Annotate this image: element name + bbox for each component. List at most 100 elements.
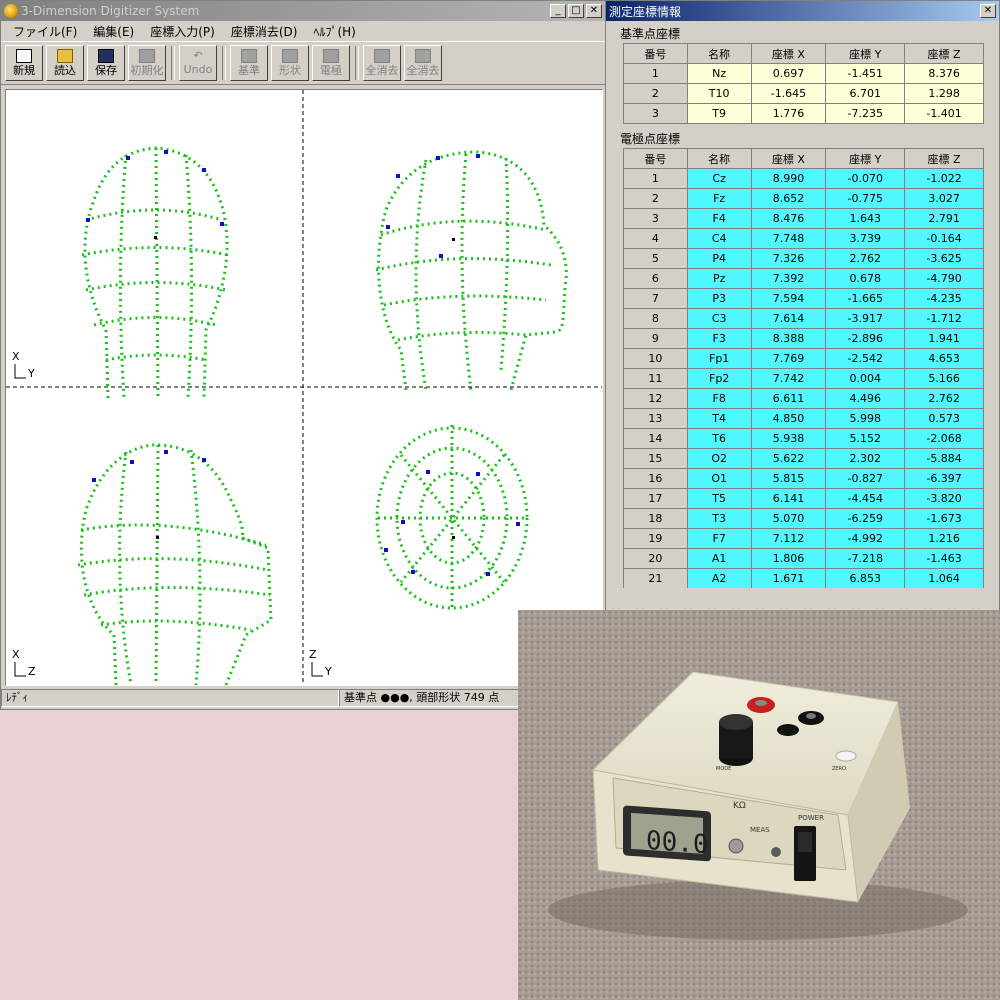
cell-z[interactable]: -1.463 — [904, 548, 984, 569]
cell-number[interactable]: 9 — [623, 328, 688, 349]
cell-number[interactable]: 19 — [623, 528, 688, 549]
cell-x[interactable]: 5.622 — [750, 448, 827, 469]
cell-z[interactable]: 2.791 — [904, 208, 984, 229]
electrode-row[interactable]: 18 T3 5.070 -6.259 -1.673 — [623, 508, 984, 529]
cell-z[interactable]: 4.653 — [904, 348, 984, 369]
cell-number[interactable]: 12 — [623, 388, 688, 409]
cell-name[interactable]: F7 — [686, 528, 752, 549]
cell-number[interactable]: 1 — [623, 168, 688, 189]
cell-y[interactable]: 0.004 — [825, 368, 906, 389]
digitizer-viewport[interactable]: X Y X Z Z Y — [5, 89, 603, 686]
menu-file[interactable]: ファイル(F) — [5, 23, 85, 40]
cell-z[interactable]: -1.401 — [904, 103, 984, 124]
cell-x[interactable]: 1.806 — [750, 548, 827, 569]
cell-z[interactable]: -1.673 — [904, 508, 984, 529]
cell-x[interactable]: 0.697 — [750, 63, 827, 84]
col-number[interactable]: 番号 — [623, 43, 688, 64]
coord-close-button[interactable]: ✕ — [980, 4, 996, 18]
cell-number[interactable]: 3 — [623, 208, 688, 229]
cell-name[interactable]: A2 — [686, 568, 752, 588]
cell-z[interactable]: -2.068 — [904, 428, 984, 449]
cell-x[interactable]: 8.652 — [750, 188, 827, 209]
cell-x[interactable]: 1.776 — [750, 103, 827, 124]
cell-name[interactable]: C4 — [686, 228, 752, 249]
col-name[interactable]: 名称 — [686, 43, 752, 64]
cell-number[interactable]: 10 — [623, 348, 688, 369]
cell-z[interactable]: -3.625 — [904, 248, 984, 269]
reference-row[interactable]: 2 T10 -1.645 6.701 1.298 — [623, 83, 984, 104]
cell-name[interactable]: O1 — [686, 468, 752, 489]
cell-name[interactable]: F4 — [686, 208, 752, 229]
cell-x[interactable]: 7.742 — [750, 368, 827, 389]
cell-z[interactable]: 1.216 — [904, 528, 984, 549]
cell-number[interactable]: 16 — [623, 468, 688, 489]
cell-number[interactable]: 5 — [623, 248, 688, 269]
cell-x[interactable]: 4.850 — [750, 408, 827, 429]
cell-number[interactable]: 2 — [623, 188, 688, 209]
cell-name[interactable]: Fp1 — [686, 348, 752, 369]
minimize-button[interactable]: _ — [550, 4, 566, 18]
electrode-row[interactable]: 6 Pz 7.392 0.678 -4.790 — [623, 268, 984, 289]
electrode-row[interactable]: 7 P3 7.594 -1.665 -4.235 — [623, 288, 984, 309]
electrode-row[interactable]: 16 O1 5.815 -0.827 -6.397 — [623, 468, 984, 489]
menu-coord-input[interactable]: 座標入力(P) — [142, 23, 223, 40]
coord-title-bar[interactable]: 測定座標情報 ✕ — [606, 1, 999, 21]
cell-name[interactable]: T4 — [686, 408, 752, 429]
electrode-row[interactable]: 21 A2 1.671 6.853 1.064 — [623, 568, 984, 588]
cell-z[interactable]: 1.941 — [904, 328, 984, 349]
cell-y[interactable]: 5.998 — [825, 408, 906, 429]
cell-y[interactable]: 4.496 — [825, 388, 906, 409]
cell-z[interactable]: -3.820 — [904, 488, 984, 509]
open-button[interactable]: 読込 — [46, 45, 84, 81]
electrode-row[interactable]: 14 T6 5.938 5.152 -2.068 — [623, 428, 984, 449]
electrode-row[interactable]: 11 Fp2 7.742 0.004 5.166 — [623, 368, 984, 389]
cell-y[interactable]: -7.218 — [825, 548, 906, 569]
cell-z[interactable]: -1.712 — [904, 308, 984, 329]
cell-x[interactable]: 8.990 — [750, 168, 827, 189]
cell-name[interactable]: C3 — [686, 308, 752, 329]
cell-y[interactable]: 5.152 — [825, 428, 906, 449]
cell-x[interactable]: 7.614 — [750, 308, 827, 329]
cell-z[interactable]: 2.762 — [904, 388, 984, 409]
electrode-row[interactable]: 17 T5 6.141 -4.454 -3.820 — [623, 488, 984, 509]
cell-x[interactable]: 8.388 — [750, 328, 827, 349]
cell-y[interactable]: -4.454 — [825, 488, 906, 509]
col-z[interactable]: 座標 Z — [904, 148, 984, 169]
cell-name[interactable]: F3 — [686, 328, 752, 349]
cell-z[interactable]: -6.397 — [904, 468, 984, 489]
cell-y[interactable]: 2.762 — [825, 248, 906, 269]
cell-x[interactable]: 7.594 — [750, 288, 827, 309]
cell-x[interactable]: 7.112 — [750, 528, 827, 549]
cell-x[interactable]: 8.476 — [750, 208, 827, 229]
electrode-row[interactable]: 4 C4 7.748 3.739 -0.164 — [623, 228, 984, 249]
cell-x[interactable]: 7.748 — [750, 228, 827, 249]
cell-z[interactable]: -5.884 — [904, 448, 984, 469]
cell-number[interactable]: 13 — [623, 408, 688, 429]
cell-name[interactable]: P3 — [686, 288, 752, 309]
menu-edit[interactable]: 編集(E) — [85, 23, 142, 40]
cell-y[interactable]: -0.775 — [825, 188, 906, 209]
cell-number[interactable]: 15 — [623, 448, 688, 469]
electrode-row[interactable]: 15 O2 5.622 2.302 -5.884 — [623, 448, 984, 469]
electrode-row[interactable]: 9 F3 8.388 -2.896 1.941 — [623, 328, 984, 349]
cell-z[interactable]: 1.298 — [904, 83, 984, 104]
reference-button[interactable]: 基準 — [230, 45, 268, 81]
cell-x[interactable]: 6.141 — [750, 488, 827, 509]
cell-number[interactable]: 6 — [623, 268, 688, 289]
electrode-row[interactable]: 12 F8 6.611 4.496 2.762 — [623, 388, 984, 409]
cell-z[interactable]: 0.573 — [904, 408, 984, 429]
head-views-canvas[interactable]: X Y X Z Z Y — [6, 90, 602, 685]
cell-name[interactable]: A1 — [686, 548, 752, 569]
cell-number[interactable]: 21 — [623, 568, 688, 588]
cell-name[interactable]: Pz — [686, 268, 752, 289]
cell-x[interactable]: 5.815 — [750, 468, 827, 489]
cell-x[interactable]: 5.938 — [750, 428, 827, 449]
col-y[interactable]: 座標 Y — [825, 148, 906, 169]
cell-number[interactable]: 20 — [623, 548, 688, 569]
cell-y[interactable]: 1.643 — [825, 208, 906, 229]
save-button[interactable]: 保存 — [87, 45, 125, 81]
cell-z[interactable]: 3.027 — [904, 188, 984, 209]
col-name[interactable]: 名称 — [686, 148, 752, 169]
menu-coord-delete[interactable]: 座標消去(D) — [223, 23, 306, 40]
electrode-button[interactable]: 電極 — [312, 45, 350, 81]
